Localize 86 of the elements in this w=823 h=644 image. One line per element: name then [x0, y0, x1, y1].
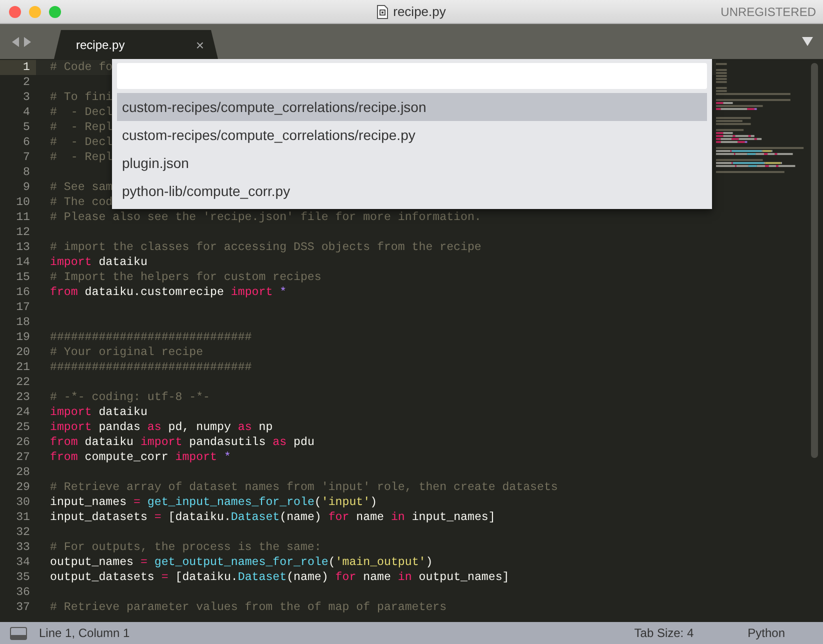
forward-icon[interactable] [23, 36, 31, 46]
code-line: # - Repl [50, 120, 113, 135]
line-number: 22 [15, 375, 31, 390]
code-line: # - Decl [50, 105, 113, 120]
code-line: import dataiku [50, 255, 148, 270]
code-line: from compute_corr import * [50, 450, 231, 465]
line-number: 28 [15, 465, 31, 480]
code-line: # import the classes for accessing DSS objects from the recipe [50, 240, 482, 255]
code-line: import dataiku [50, 405, 148, 420]
cursor-position: Line 1, Column 1 [39, 626, 130, 640]
scrollbar-thumb[interactable] [811, 63, 818, 458]
code-line: from dataiku import pandasutils as pdu [50, 435, 314, 450]
file-result-item[interactable]: python-lib/compute_corr.py [117, 177, 707, 205]
line-number: 6 [22, 135, 31, 150]
code-line: # For outputs, the process is the same: [50, 540, 322, 555]
line-number: 35 [15, 570, 31, 585]
line-number: 27 [15, 450, 31, 465]
line-number: 11 [15, 210, 31, 225]
file-result-item[interactable]: plugin.json [117, 149, 707, 177]
line-number: 14 [15, 255, 31, 270]
code-line: # See sam [50, 180, 113, 195]
syntax-label[interactable]: Python [748, 626, 785, 640]
document-icon [377, 4, 388, 18]
close-button[interactable] [9, 6, 21, 18]
back-icon[interactable] [12, 36, 20, 46]
line-number: 1 [0, 60, 36, 75]
code-line: # - Decl [50, 135, 113, 150]
code-line: import pandas as pd, numpy as np [50, 420, 273, 435]
line-number: 25 [15, 420, 31, 435]
code-line: ############################# [50, 360, 252, 375]
code-line: # Your original recipe [50, 345, 204, 360]
code-line: # - Repl [50, 150, 113, 165]
line-number: 29 [15, 480, 31, 495]
code-line: output_names = get_output_names_for_role('main_output') [50, 555, 433, 570]
line-number: 19 [15, 330, 31, 345]
line-number: 2 [22, 75, 31, 90]
line-number: 8 [22, 165, 31, 180]
code-line: # Import the helpers for custom recipes [50, 270, 322, 285]
code-line: # To fini [50, 90, 113, 105]
line-number: 5 [22, 120, 31, 135]
unregistered-label: UNREGISTERED [720, 4, 817, 18]
file-tab[interactable]: recipe.py × [54, 30, 218, 59]
search-field[interactable] [117, 63, 707, 89]
zoom-button[interactable] [49, 6, 61, 18]
line-number: 33 [15, 540, 31, 555]
line-number: 15 [15, 270, 31, 285]
line-number: 26 [15, 435, 31, 450]
close-tab-button[interactable]: × [196, 36, 204, 52]
code-line: from dataiku.customrecipe import * [50, 285, 287, 300]
code-line: # Retrieve array of dataset names from 'input' role, then create datasets [50, 480, 558, 495]
dropdown-icon[interactable] [802, 37, 813, 46]
window-title: recipe.py [393, 4, 446, 19]
line-number: 9 [22, 180, 31, 195]
minimize-button[interactable] [29, 6, 41, 18]
code-line: # -*- coding: utf-8 -*- [50, 390, 210, 405]
line-number: 34 [15, 555, 31, 570]
line-number: 21 [15, 360, 31, 375]
line-number: 12 [15, 225, 31, 240]
line-number: 30 [15, 495, 31, 510]
code-line: input_datasets = [dataiku.Dataset(name) for name in input_names] [50, 510, 496, 525]
line-number: 23 [15, 390, 31, 405]
line-number: 16 [15, 285, 31, 300]
line-number: 7 [22, 150, 31, 165]
line-number: 13 [15, 240, 31, 255]
code-line: ############################# [50, 330, 252, 345]
code-line: # Retrieve parameter values from the of map of parameters [50, 600, 447, 615]
line-number: 20 [15, 345, 31, 360]
code-line: input_names = get_input_names_for_role('input') [50, 495, 378, 510]
line-number: 18 [15, 315, 31, 330]
line-number: 36 [15, 585, 31, 600]
line-number: 37 [15, 600, 31, 615]
line-number: 31 [15, 510, 31, 525]
line-number: 3 [22, 90, 31, 105]
file-result-item[interactable]: custom-recipes/compute_correlations/recipe.py [117, 121, 707, 149]
line-number: 10 [15, 195, 31, 210]
line-number: 32 [15, 525, 31, 540]
code-line: # Please also see the 'recipe.json' file for more information. [50, 210, 482, 225]
line-number: 4 [22, 105, 31, 120]
file-result-item[interactable]: custom-recipes/compute_correlations/recipe.json [117, 93, 707, 121]
code-line: # The cod [50, 195, 113, 210]
line-number: 17 [15, 300, 31, 315]
code-line: output_datasets = [dataiku.Dataset(name) for name in output_names] [50, 570, 510, 585]
panel-icon[interactable] [10, 626, 27, 640]
tab-size-label[interactable]: Tab Size: 4 [634, 626, 694, 640]
line-number: 24 [15, 405, 31, 420]
code-line: # Code fo [50, 60, 113, 75]
